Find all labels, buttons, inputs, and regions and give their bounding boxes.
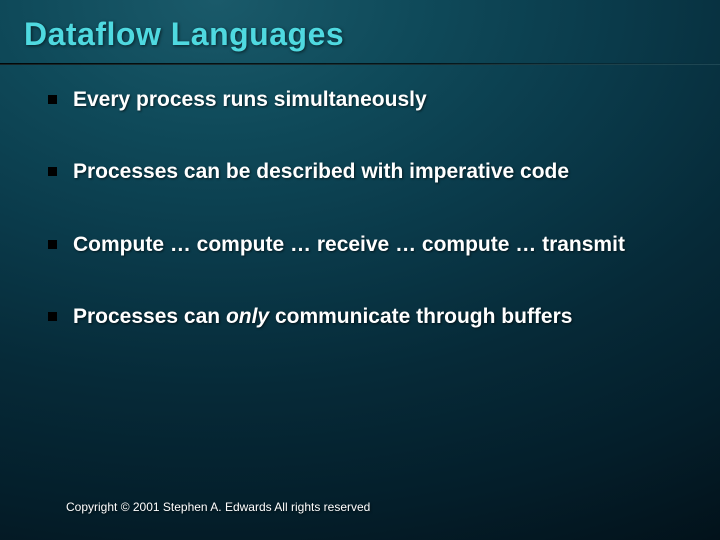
copyright-footer: Copyright © 2001 Stephen A. Edwards All …	[66, 500, 370, 514]
bullet-icon	[48, 240, 57, 249]
bullet-text: Processes can be described with imperati…	[73, 159, 569, 185]
slide: Dataflow Languages Every process runs si…	[0, 0, 720, 540]
list-item: Compute … compute … receive … compute … …	[48, 232, 680, 258]
bullet-text: Every process runs simultaneously	[73, 87, 427, 113]
slide-title: Dataflow Languages	[0, 0, 720, 53]
list-item: Processes can be described with imperati…	[48, 159, 680, 185]
bullet-icon	[48, 312, 57, 321]
list-item: Processes can only communicate through b…	[48, 304, 680, 330]
bullet-text: Compute … compute … receive … compute … …	[73, 232, 625, 258]
list-item: Every process runs simultaneously	[48, 87, 680, 113]
bullet-icon	[48, 95, 57, 104]
slide-body: Every process runs simultaneously Proces…	[0, 65, 720, 330]
bullet-icon	[48, 167, 57, 176]
bullet-text: Processes can only communicate through b…	[73, 304, 572, 330]
